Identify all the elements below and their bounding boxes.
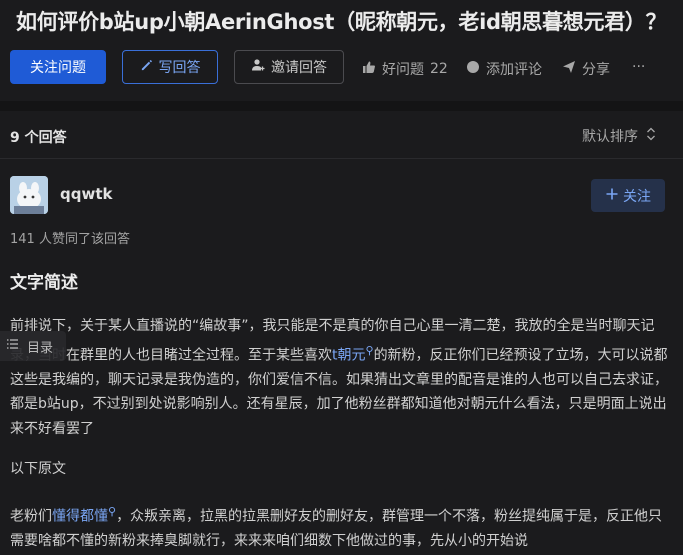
more-button[interactable]: ··· [632,59,645,75]
pencil-icon [140,59,153,76]
question-title: 如何评价b站up小朝AerinGhost（昵称朝元，老id朝思暮想元君）？ [16,10,667,34]
answer-paragraph: 前排说下，关于某人直播说的“编故事”，我只能是不是真的你自己心里一清二楚，我放的… [10,314,670,441]
good-question-label: 好问题 [382,62,424,78]
avatar[interactable] [10,176,48,214]
likes-count: 141 人赞同了该回答 [10,232,130,247]
more-icon: ··· [632,59,646,75]
add-comment-button[interactable]: 添加评论 [466,59,542,79]
follow-question-label: 关注问题 [30,60,86,76]
list-icon [6,338,19,354]
add-comment-label: 添加评论 [486,62,542,78]
follow-author-label: 关注 [623,188,651,205]
toc-label: 目录 [27,340,54,356]
share-button[interactable]: 分享 [562,59,610,79]
invite-answer-label: 邀请回答 [271,60,327,76]
section-divider [0,101,683,111]
answer-count: 9 个回答 [10,130,67,146]
sort-label: 默认排序 [582,129,638,145]
add-user-icon [251,58,265,76]
sort-dropdown[interactable]: 默认排序 [582,126,656,146]
topic-link[interactable]: t朝元 [332,347,366,363]
comment-icon [466,60,480,78]
answer-paragraph: 以下原文 [10,461,66,477]
good-question-button[interactable]: 好问题 22 [362,59,448,79]
search-icon: ⚲ [365,343,374,357]
share-label: 分享 [582,62,610,78]
invite-answer-button[interactable]: 邀请回答 [234,50,344,84]
author-name[interactable]: qqwtk [60,185,112,203]
section-heading: 文字简述 [10,273,78,293]
write-answer-label: 写回答 [158,60,201,76]
follow-author-button[interactable]: 关注 [591,179,665,212]
write-answer-button[interactable]: 写回答 [122,50,218,84]
chevron-up-down-icon [646,127,656,145]
follow-question-button[interactable]: 关注问题 [10,50,106,84]
avatar-image [10,176,48,214]
thumbs-up-icon [362,60,376,78]
plus-icon [605,187,619,205]
table-of-contents-button[interactable]: 目录 [0,331,66,361]
answers-header [0,111,683,159]
share-icon [562,60,576,78]
answer-paragraph: 老粉们懂得都懂⚲，众叛亲离，拉黑的拉黑删好友的删好友，群管理一个不落，粉丝提纯属… [10,500,670,554]
topic-link[interactable]: 懂得都懂 [52,509,108,525]
search-icon: ⚲ [108,505,117,518]
paragraph-text: 老粉们 [10,508,52,525]
good-question-count: 22 [430,61,448,77]
